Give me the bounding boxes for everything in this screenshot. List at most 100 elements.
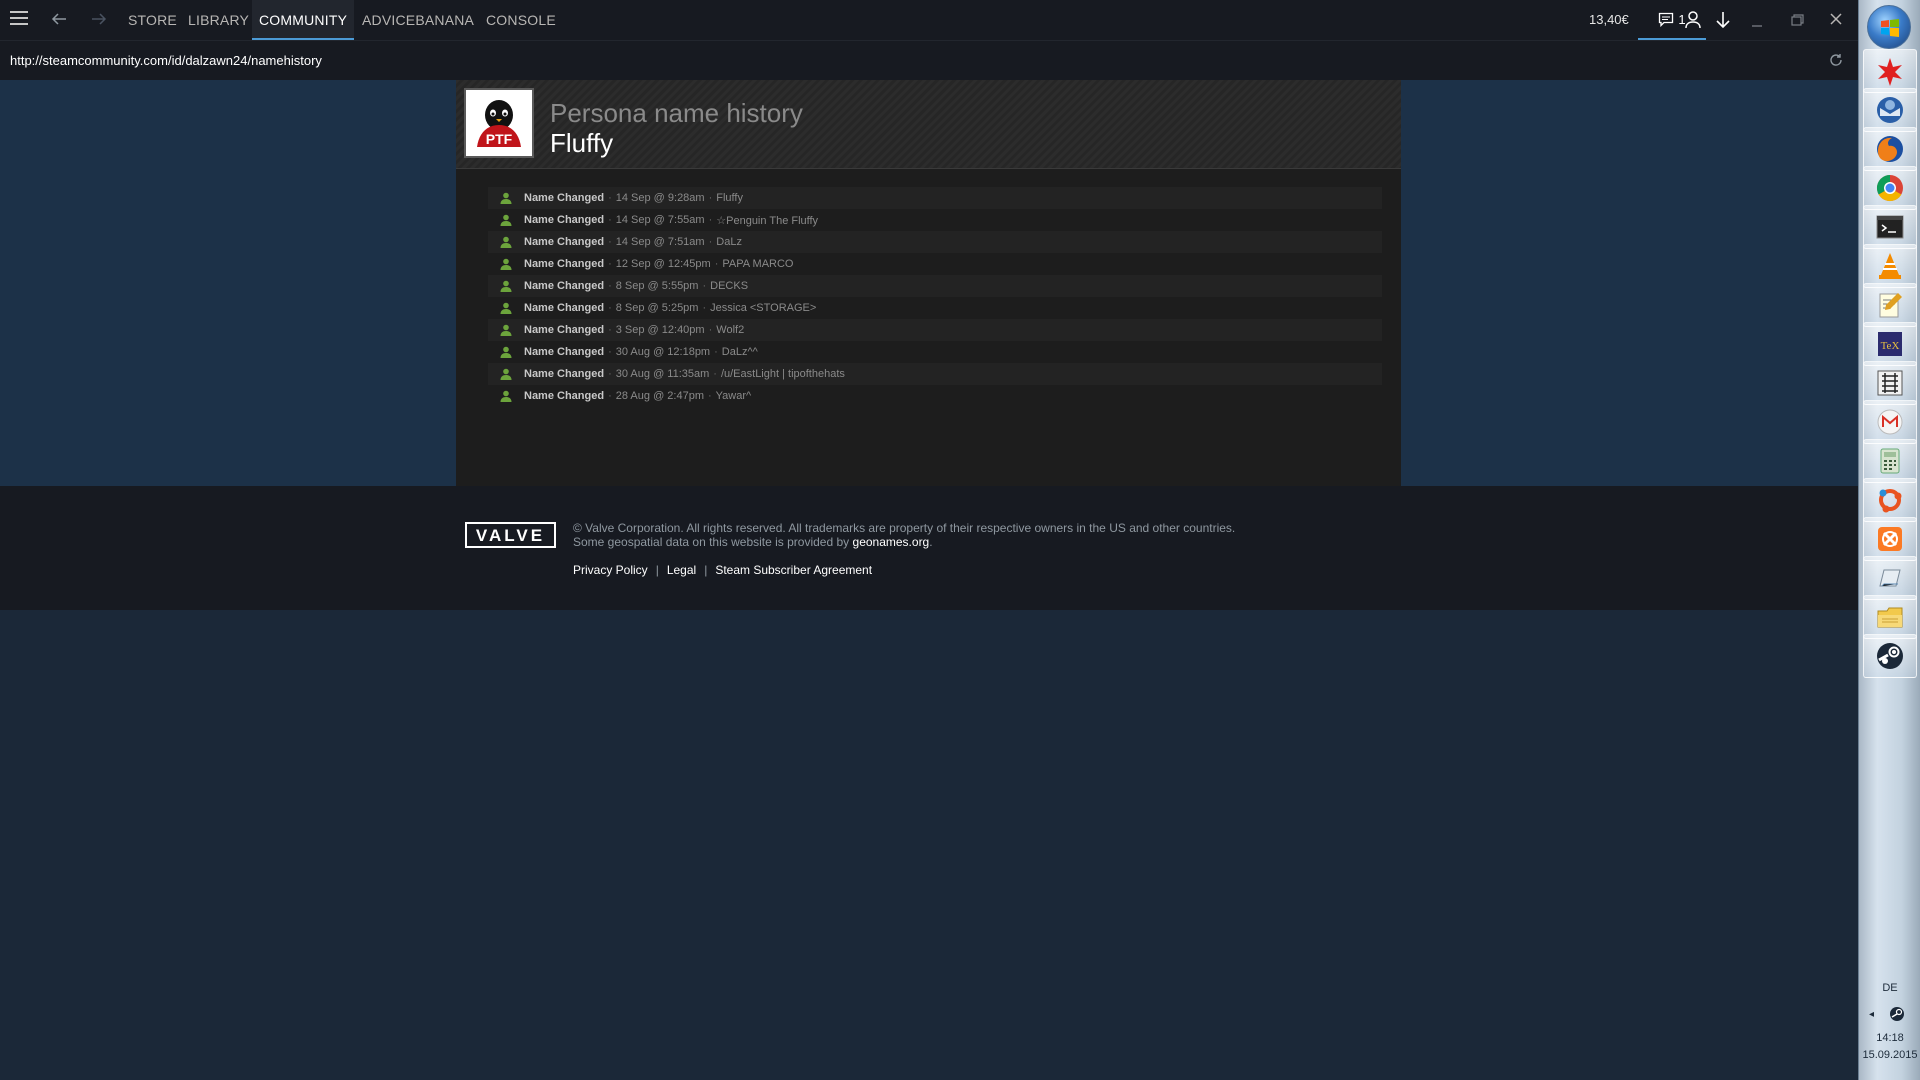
nav-tab-user[interactable]: ADVICEBANANA [362, 0, 474, 40]
history-name: Yawar^ [715, 390, 752, 402]
windows-logo-icon [1881, 19, 1899, 37]
nav-tab-community[interactable]: COMMUNITY [252, 0, 355, 40]
calculator-icon [1880, 448, 1900, 474]
history-name: Jessica <STORAGE> [710, 302, 817, 314]
person-icon [500, 324, 512, 336]
url-text[interactable]: http://steamcommunity.com/id/dalzawn24/n… [10, 53, 322, 68]
nav-tab-console[interactable]: CONSOLE [486, 0, 556, 40]
kanji-icon [1877, 370, 1903, 396]
separator: · [608, 258, 612, 270]
taskbar-app-firefox[interactable] [1863, 127, 1917, 171]
history-label: Name Changed [524, 324, 605, 336]
history-row: Name Changed · 14 Sep @ 7:51am · DaLz [488, 231, 1382, 253]
steam-window: STORE LIBRARY COMMUNITY ADVICEBANANA CON… [0, 0, 1858, 1080]
history-date: 28 Aug @ 2:47pm [615, 390, 704, 402]
person-icon [500, 390, 512, 402]
downloads-icon[interactable] [1714, 10, 1732, 30]
reload-icon[interactable] [1828, 52, 1844, 68]
history-label: Name Changed [524, 192, 605, 204]
taskbar-app-calculator[interactable] [1863, 439, 1917, 483]
taskbar-app-file-explorer[interactable] [1863, 595, 1917, 639]
forward-arrow-icon[interactable] [88, 8, 110, 30]
copyright-text: © Valve Corporation. All rights reserved… [573, 521, 1236, 535]
separator: · [708, 324, 713, 336]
ubuntu-icon [1879, 489, 1902, 513]
history-name: /u/EastLight | tipofthehats [720, 368, 845, 380]
taskbar-app-terminal[interactable] [1863, 205, 1917, 249]
privacy-policy-link[interactable]: Privacy Policy [573, 563, 648, 577]
wallet-balance[interactable]: 13,40€ [1589, 0, 1629, 40]
restore-icon[interactable] [1788, 10, 1806, 30]
taskbar-app-kanji[interactable] [1863, 361, 1917, 405]
person-icon [500, 280, 512, 292]
history-label: Name Changed [524, 390, 605, 402]
taskbar-app-vlc[interactable] [1863, 244, 1917, 288]
taskbar-app-ubuntu[interactable] [1863, 478, 1917, 522]
taskbar-app-paint-splash[interactable] [1863, 49, 1917, 93]
taskbar-app-thunderbird[interactable] [1863, 88, 1917, 132]
history-label: Name Changed [524, 302, 605, 314]
texworks-icon: TeX [1878, 332, 1902, 356]
taskbar-app-gmail[interactable] [1863, 400, 1917, 444]
nav-tab-store[interactable]: STORE [128, 0, 177, 40]
taskbar-app-xampp[interactable] [1863, 517, 1917, 561]
start-button[interactable] [1867, 5, 1911, 49]
url-bar: http://steamcommunity.com/id/dalzawn24/n… [0, 40, 1858, 80]
separator: · [713, 368, 717, 380]
person-icon [500, 368, 512, 380]
xampp-icon [1878, 527, 1902, 551]
history-row: Name Changed · 8 Sep @ 5:55pm · DECKS [488, 275, 1382, 297]
separator: · [608, 214, 612, 226]
clock-time[interactable]: 14:18 [1859, 1032, 1920, 1044]
hamburger-menu-icon[interactable] [10, 11, 28, 27]
subscriber-agreement-link[interactable]: Steam Subscriber Agreement [715, 563, 872, 577]
taskbar-app-notepad[interactable] [1863, 283, 1917, 327]
valve-logo[interactable]: VALVE [465, 522, 556, 548]
tray-expand-icon[interactable]: ◂ [1869, 1009, 1874, 1020]
geonames-link[interactable]: geonames.org [853, 535, 930, 549]
separator: · [702, 280, 707, 292]
taskbar-app-steam[interactable] [1863, 634, 1917, 678]
minimize-icon[interactable] [1748, 10, 1766, 30]
paint-splash-icon [1878, 58, 1902, 86]
notepad-icon [1879, 293, 1902, 318]
tray-steam-icon[interactable] [1889, 1006, 1905, 1022]
windows-taskbar: TeX DE ◂ 14:18 15.09.2015 [1858, 0, 1920, 1080]
back-arrow-icon[interactable] [48, 8, 70, 30]
nav-tab-library[interactable]: LIBRARY [188, 0, 249, 40]
history-name: DaLz [716, 236, 742, 248]
history-row: Name Changed · 28 Aug @ 2:47pm · Yawar^ [488, 385, 1382, 407]
titlebar: STORE LIBRARY COMMUNITY ADVICEBANANA CON… [0, 0, 1858, 40]
history-date: 12 Sep @ 12:45pm [615, 258, 711, 270]
profile-header: PTF Persona name history Fluffy [456, 80, 1401, 169]
persona-name[interactable]: Fluffy [550, 128, 613, 159]
history-name: DECKS [710, 280, 749, 292]
history-date: 8 Sep @ 5:55pm [615, 280, 699, 292]
taskbar-app-texworks[interactable]: TeX [1863, 322, 1917, 366]
name-history-panel: PTF Persona name history Fluffy Name Cha… [456, 80, 1401, 486]
history-label: Name Changed [524, 368, 605, 380]
taskbar-app-chrome[interactable] [1863, 166, 1917, 210]
history-row: Name Changed · 12 Sep @ 12:45pm · PAPA MARCO [488, 253, 1382, 275]
svg-text:VALVE: VALVE [476, 526, 545, 545]
separator: · [714, 346, 718, 358]
vlc-icon [1879, 253, 1901, 279]
svg-text:TeX: TeX [1881, 340, 1900, 352]
history-label: Name Changed [524, 236, 605, 248]
legal-link[interactable]: Legal [667, 563, 696, 577]
close-icon[interactable] [1826, 9, 1846, 29]
separator: · [708, 214, 713, 226]
geodata-text: Some geospatial data on this website is … [573, 535, 933, 549]
svg-text:PTF: PTF [486, 131, 513, 147]
avatar[interactable]: PTF [464, 88, 534, 158]
history-date: 30 Aug @ 11:35am [615, 368, 710, 380]
taskbar-app-notebook[interactable] [1863, 556, 1917, 600]
steam-icon [1877, 643, 1903, 669]
friends-icon[interactable] [1684, 10, 1702, 30]
clock-date[interactable]: 15.09.2015 [1859, 1049, 1920, 1061]
history-date: 14 Sep @ 7:55am [615, 214, 705, 226]
language-indicator[interactable]: DE [1859, 982, 1920, 994]
history-row: Name Changed · 3 Sep @ 12:40pm · Wolf2 [488, 319, 1382, 341]
separator: · [608, 302, 612, 314]
history-date: 3 Sep @ 12:40pm [615, 324, 705, 336]
